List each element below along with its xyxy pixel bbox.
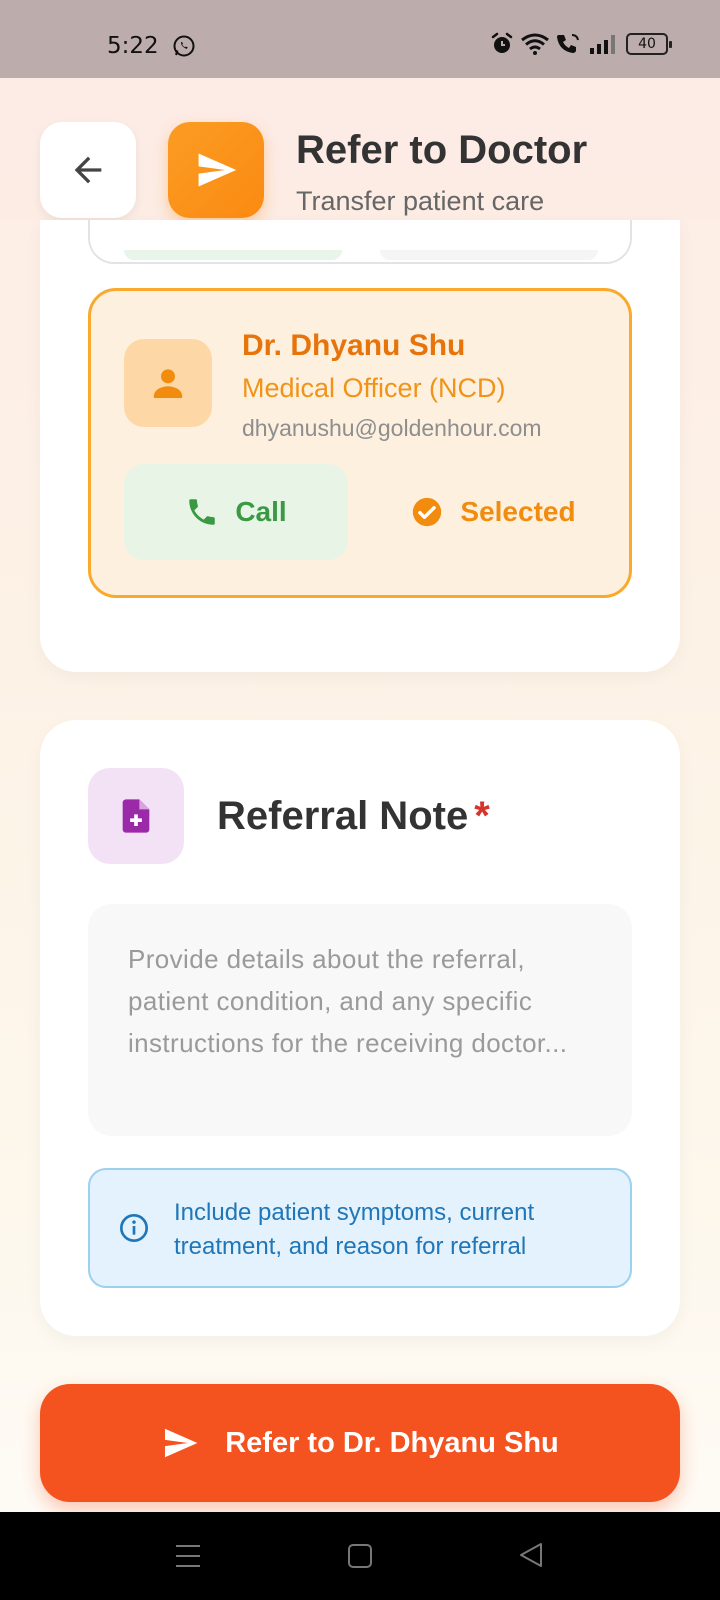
back-button[interactable] <box>40 122 136 218</box>
battery-icon: 40 <box>626 33 672 55</box>
status-time: 5:22 <box>107 33 159 59</box>
call-button[interactable]: Call <box>124 464 348 560</box>
info-icon <box>120 1214 148 1242</box>
person-icon <box>153 369 183 398</box>
required-asterisk: * <box>474 794 490 838</box>
back-triangle-icon[interactable] <box>518 1541 544 1569</box>
referral-note-title: Referral Note * <box>217 794 490 839</box>
doctor-list-card: Dr. Dhyanu Shu Medical Officer (NCD) dhy… <box>40 220 680 672</box>
home-square-icon[interactable] <box>347 1542 373 1570</box>
header-send-badge <box>168 122 264 218</box>
selected-label: Selected <box>460 496 576 527</box>
note-add-icon <box>122 799 150 833</box>
info-hint-box: Include patient symptoms, current treatm… <box>88 1168 632 1288</box>
whatsapp-icon <box>173 35 195 57</box>
refer-submit-label: Refer to Dr. Dhyanu Shu <box>225 1426 559 1459</box>
info-hint-text: Include patient symptoms, current treatm… <box>174 1199 535 1260</box>
signal-icon <box>590 35 615 54</box>
doctor-email: dhyanushu@goldenhour.com <box>242 415 542 441</box>
alarm-icon <box>491 32 513 53</box>
doctor-list-item-selected[interactable]: Dr. Dhyanu Shu Medical Officer (NCD) dhy… <box>88 288 632 598</box>
menu-icon[interactable] <box>175 1542 201 1570</box>
doctor-name: Dr. Dhyanu Shu <box>242 329 466 362</box>
wifi-icon <box>521 33 549 55</box>
page-title: Refer to Doctor <box>296 128 588 172</box>
arrow-left-icon <box>74 156 102 184</box>
send-icon <box>198 153 237 187</box>
note-icon-badge <box>88 768 184 864</box>
call-button-fragment <box>124 250 342 260</box>
selected-indicator: Selected <box>381 464 605 560</box>
call-button-label: Call <box>235 496 287 527</box>
volte-call-icon <box>557 34 579 53</box>
select-button-fragment <box>380 250 598 260</box>
referral-note-input[interactable] <box>88 904 632 1136</box>
check-circle-icon <box>413 497 442 527</box>
referral-note-title-text: Referral Note <box>217 794 469 838</box>
doctor-role: Medical Officer (NCD) <box>242 373 506 403</box>
refer-submit-button[interactable]: Refer to Dr. Dhyanu Shu <box>40 1384 680 1502</box>
send-icon <box>165 1428 198 1458</box>
phone-icon <box>189 499 216 525</box>
doctor-list-item-previous[interactable] <box>88 220 632 264</box>
page-subtitle: Transfer patient care <box>296 186 545 216</box>
status-icons: 40 <box>490 32 672 56</box>
referral-note-card: Referral Note* Include patient symptoms,… <box>40 720 680 1336</box>
doctor-avatar <box>124 339 212 427</box>
status-bar: 5:22 40 <box>0 0 720 78</box>
system-nav-bar <box>0 1512 720 1600</box>
